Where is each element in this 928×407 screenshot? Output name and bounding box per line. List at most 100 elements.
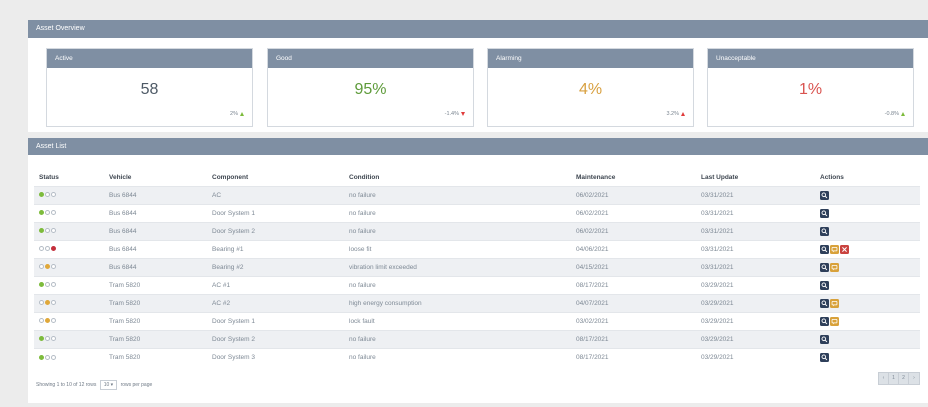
last-update-cell: 03/31/2021 — [696, 203, 815, 222]
kpi-value: 4% — [578, 81, 603, 98]
condition-cell: no failure — [344, 203, 571, 222]
status-white-icon — [45, 336, 50, 342]
status-cell — [34, 239, 104, 258]
actions-cell — [815, 185, 920, 204]
condition-cell: no failure — [344, 275, 571, 294]
vehicle-cell: Bus 6844 — [104, 203, 207, 222]
actions-cell — [815, 257, 920, 276]
last-update-cell: 03/29/2021 — [696, 329, 815, 348]
column-header-status: Status — [39, 173, 59, 181]
table-row[interactable]: Tram 5820 Door System 3 no failure 08/17/20… — [34, 347, 920, 366]
asset-overview-title: Asset Overview — [28, 20, 928, 38]
kpi-card-alarming: Alarming 4% 3.2% — [487, 48, 694, 127]
close-button[interactable] — [840, 244, 849, 254]
pagination-prev-button[interactable]: ‹ — [879, 373, 889, 384]
table-row[interactable]: Bus 6844 Bearing #2 vibration limit exceed… — [34, 257, 920, 276]
arrow-down-icon — [461, 111, 465, 116]
search-button[interactable] — [820, 244, 829, 254]
table-row[interactable]: Tram 5820 Door System 1 lock fault 03/02/20… — [34, 311, 920, 330]
kpi-value: 95% — [354, 81, 387, 98]
table-body: Bus 6844 AC no failure 06/02/2021 03/31/2021… — [34, 185, 920, 366]
maintenance-cell: 06/02/2021 — [571, 185, 696, 204]
actions-cell — [815, 203, 920, 222]
pagination-next-button[interactable]: › — [909, 373, 919, 384]
search-button[interactable] — [820, 352, 829, 362]
component-cell: AC — [207, 185, 344, 204]
kpi-delta: 3.2% — [666, 111, 685, 117]
actions-cell — [815, 311, 920, 330]
status-white-icon — [39, 318, 44, 324]
status-green-icon — [39, 192, 44, 198]
message-button[interactable] — [830, 262, 839, 272]
status-white-icon — [51, 354, 56, 360]
showing-rows-text: Showing 1 to 10 of 12 rows — [36, 382, 97, 388]
status-green-icon — [39, 354, 44, 360]
search-button[interactable] — [820, 280, 829, 290]
status-white-icon — [51, 300, 56, 306]
pagination-page-1[interactable]: 1 — [889, 373, 899, 384]
column-header-last-update: Last Update — [701, 173, 739, 181]
component-cell: Door System 2 — [207, 221, 344, 240]
last-update-cell: 03/29/2021 — [696, 275, 815, 294]
table-row[interactable]: Tram 5820 AC #2 high energy consumption 04/… — [34, 293, 920, 312]
kpi-card-good: Good 95% -1.4% — [267, 48, 474, 127]
component-cell: AC #1 — [207, 275, 344, 294]
search-button[interactable] — [820, 298, 829, 308]
status-green-icon — [39, 210, 44, 216]
kpi-value: 1% — [798, 81, 823, 98]
status-white-icon — [45, 354, 50, 360]
status-cell — [34, 293, 104, 312]
table-row[interactable]: Tram 5820 AC #1 no failure 08/17/2021 03/29/… — [34, 275, 920, 294]
component-cell: Door System 3 — [207, 347, 344, 366]
column-header-condition: Condition — [349, 173, 380, 181]
kpi-delta: 2% — [230, 111, 244, 117]
message-button[interactable] — [830, 316, 839, 326]
search-button[interactable] — [820, 334, 829, 344]
rows-per-page-select[interactable]: 10 ▾ — [99, 380, 118, 390]
status-white-icon — [39, 300, 44, 306]
kpi-delta-text: -0.8% — [884, 111, 899, 117]
pagination-page-2[interactable]: 2 — [899, 373, 909, 384]
table-row[interactable]: Bus 6844 Door System 2 no failure 06/02/202… — [34, 221, 920, 240]
search-button[interactable] — [820, 190, 829, 200]
search-button[interactable] — [820, 208, 829, 218]
search-button[interactable] — [820, 226, 829, 236]
table-row[interactable]: Bus 6844 Door System 1 no failure 06/02/202… — [34, 203, 920, 222]
condition-cell: vibration limit exceeded — [344, 257, 571, 276]
status-cell — [34, 257, 104, 276]
arrow-up-icon — [901, 111, 905, 116]
arrow-up-icon — [240, 111, 244, 116]
component-cell: Bearing #1 — [207, 239, 344, 258]
component-cell: Bearing #2 — [207, 257, 344, 276]
vehicle-cell: Tram 5820 — [104, 275, 207, 294]
message-button[interactable] — [830, 244, 839, 254]
table-row[interactable]: Bus 6844 AC no failure 06/02/2021 03/31/2021 — [34, 185, 920, 204]
column-header-component: Component — [212, 173, 249, 181]
pagination: ‹ 1 2 › — [878, 372, 920, 385]
kpi-delta-text: 3.2% — [666, 111, 679, 117]
status-yellow-icon — [45, 300, 50, 306]
status-cell — [34, 185, 104, 204]
status-white-icon — [51, 282, 56, 288]
condition-cell: no failure — [344, 347, 571, 366]
asset-overview-panel: Asset Overview Active 58 2% Good 95% -1.4% Ala… — [28, 20, 928, 132]
status-yellow-icon — [45, 264, 50, 270]
maintenance-cell: 06/02/2021 — [571, 203, 696, 222]
table-row[interactable]: Bus 6844 Bearing #1 loose fit 04/06/2021 03/… — [34, 239, 920, 258]
table-row[interactable]: Tram 5820 Door System 2 no failure 08/17/20… — [34, 329, 920, 348]
message-button[interactable] — [830, 298, 839, 308]
maintenance-cell: 04/06/2021 — [571, 239, 696, 258]
kpi-label: Alarming — [488, 49, 693, 68]
status-green-icon — [39, 228, 44, 234]
search-button[interactable] — [820, 316, 829, 326]
actions-cell — [815, 275, 920, 294]
maintenance-cell: 06/02/2021 — [571, 221, 696, 240]
status-white-icon — [51, 210, 56, 216]
last-update-cell: 03/29/2021 — [696, 347, 815, 366]
search-button[interactable] — [820, 262, 829, 272]
status-white-icon — [39, 246, 44, 252]
column-header-vehicle: Vehicle — [109, 173, 132, 181]
maintenance-cell: 03/02/2021 — [571, 311, 696, 330]
condition-cell: no failure — [344, 329, 571, 348]
condition-cell: no failure — [344, 221, 571, 240]
